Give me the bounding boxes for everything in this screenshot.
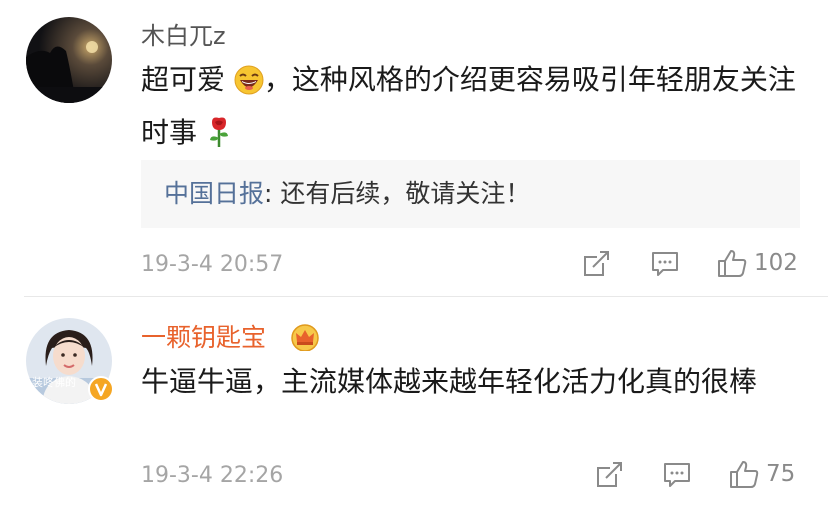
comment-icon [652, 252, 678, 276]
comment-item: 装咚佛的 一颗钥匙宝 牛逼牛逼，主流媒体越来越年轻化活力化真的很棒 19-3-4… [0, 296, 828, 505]
reply-text: 还有后续，敬请关注！ [280, 179, 531, 208]
comment-text: 牛逼牛逼，主流媒体越来越年轻化活力化真的很棒 [141, 365, 758, 398]
like-button[interactable]: 102 [716, 247, 798, 279]
share-icon [584, 251, 609, 276]
avatar-text: 装咚佛的 [32, 376, 76, 389]
comment-item: 木白兀z 超可爱 ，这种风格的介绍更容易吸引年轻朋友关注时事 中国日报: 还有后… [0, 0, 828, 296]
like-button[interactable]: 75 [728, 458, 795, 490]
rose-icon [206, 115, 232, 162]
reply-author[interactable]: 中国日报 [164, 179, 264, 208]
like-count: 102 [754, 250, 798, 276]
user-avatar[interactable] [26, 17, 112, 103]
comment-text-pre: 超可爱 [141, 63, 226, 96]
verified-v-badge-icon [88, 376, 114, 406]
like-count: 75 [766, 461, 796, 487]
laughing-emoji-icon [234, 62, 264, 109]
crown-badge-icon[interactable] [290, 323, 320, 355]
share-icon [597, 462, 622, 487]
comment-icon [664, 463, 690, 487]
thumbs-up-icon [718, 250, 747, 277]
comment-timestamp: 19-3-4 22:26 [141, 463, 284, 488]
share-button[interactable] [581, 249, 611, 279]
comment-button[interactable] [662, 460, 692, 490]
comment-button[interactable] [650, 249, 680, 279]
comment-timestamp: 19-3-4 20:57 [141, 252, 284, 277]
reply-separator: : [264, 179, 281, 208]
comment-text: 超可爱 ，这种风格的介绍更容易吸引年轻朋友关注时事 [141, 56, 811, 162]
username[interactable]: 一颗钥匙宝 [141, 323, 266, 353]
avatar-image [26, 17, 112, 103]
share-button[interactable] [594, 460, 624, 490]
official-reply[interactable]: 中国日报: 还有后续，敬请关注！ [141, 160, 800, 228]
username[interactable]: 木白兀z [141, 21, 226, 51]
thumbs-up-icon [730, 461, 759, 488]
